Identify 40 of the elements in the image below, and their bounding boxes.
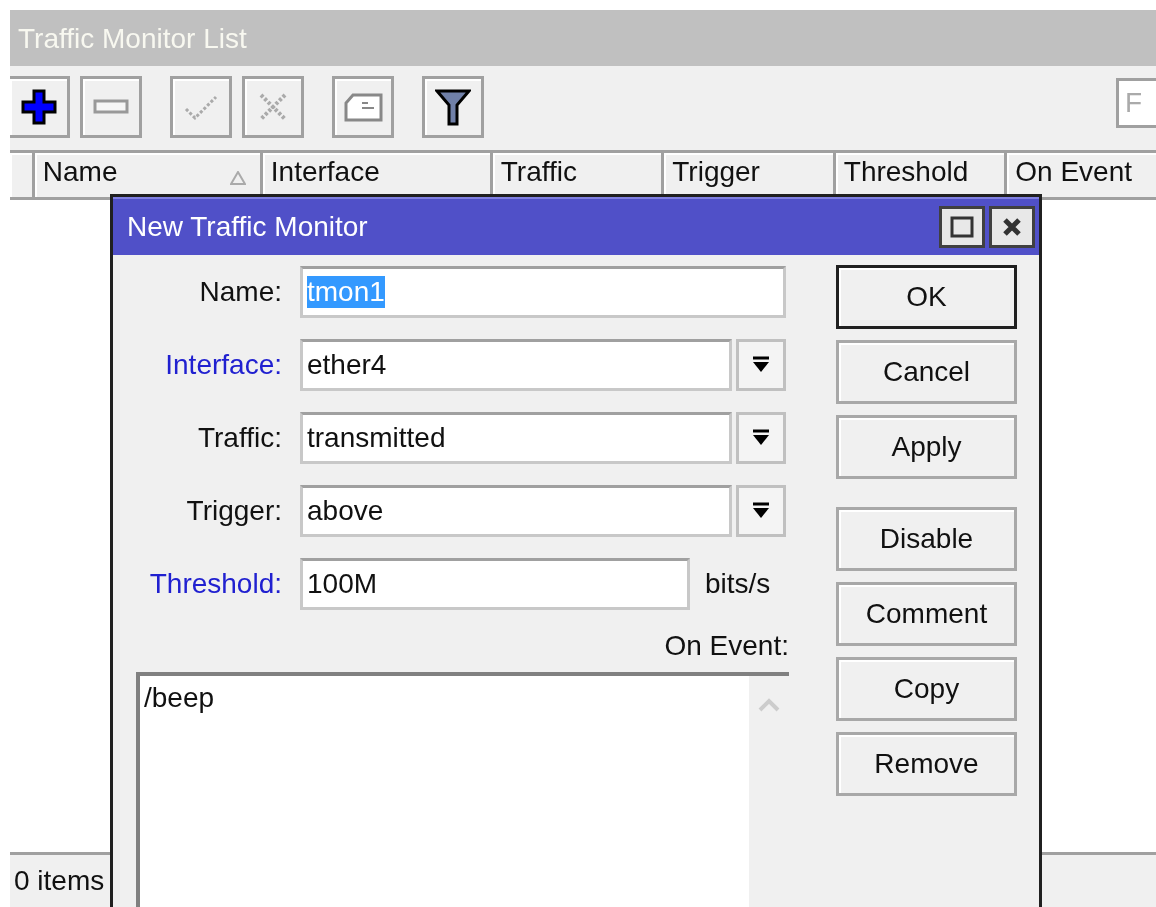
input-field[interactable]: transmitted	[300, 412, 732, 464]
input-field[interactable]: ether4	[300, 339, 732, 391]
toolbar-button[interactable]	[422, 76, 484, 138]
input-field[interactable]: above	[300, 485, 732, 537]
scroll-up-icon	[758, 698, 780, 712]
input-field[interactable]: 100M	[300, 558, 690, 610]
window-title: New Traffic Monitor	[127, 211, 369, 243]
note-icon	[343, 92, 383, 122]
plus-icon	[20, 89, 57, 125]
dialog-button[interactable]: Remove	[836, 732, 1017, 796]
dialog-button[interactable]: Apply	[836, 415, 1017, 479]
field-label: Threshold:	[148, 568, 282, 600]
dropdown-arrow-icon	[752, 502, 770, 520]
field-label: Name:	[198, 276, 282, 308]
field-label: Traffic:	[197, 422, 282, 454]
field-label: Interface:	[164, 349, 282, 381]
dialog-button[interactable]: Comment	[836, 582, 1017, 646]
dialog-button[interactable]: Cancel	[836, 340, 1017, 404]
dialog-button[interactable]: OK	[836, 265, 1017, 329]
dropdown-arrow-icon	[752, 356, 770, 374]
field-label: On Event:	[664, 630, 789, 661]
item-count: 0 items	[14, 865, 105, 896]
dropdown-button[interactable]	[736, 485, 786, 537]
minus-icon	[93, 99, 129, 115]
dropdown-button[interactable]	[736, 412, 786, 464]
filter-icon	[435, 88, 471, 126]
dialog-button[interactable]: Copy	[836, 657, 1017, 721]
toolbar-button[interactable]	[10, 76, 70, 138]
search-field[interactable]: F	[1116, 78, 1156, 128]
field-label: Trigger:	[185, 495, 282, 527]
dropdown-button[interactable]	[736, 339, 786, 391]
close-icon	[1002, 217, 1022, 237]
close-button[interactable]	[989, 206, 1035, 248]
dropdown-arrow-icon	[752, 429, 770, 447]
dialog-button[interactable]: Disable	[836, 507, 1017, 571]
unit-label: bits/s	[705, 568, 771, 600]
maximize-button[interactable]	[939, 206, 985, 248]
column-header[interactable]: On Event	[1007, 153, 1156, 197]
maximize-icon	[950, 216, 974, 238]
window-title: Traffic Monitor List	[10, 10, 1156, 66]
